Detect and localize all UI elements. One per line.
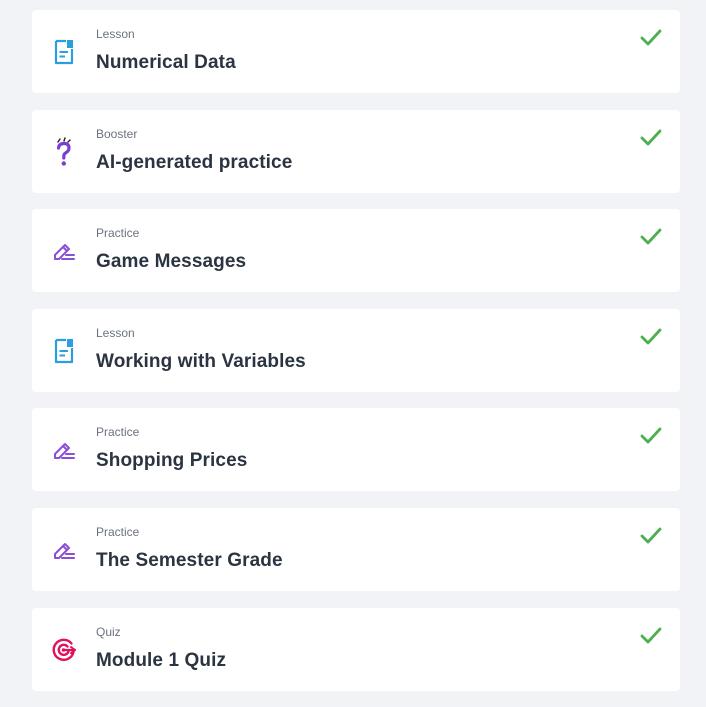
- item-title[interactable]: Numerical Data: [96, 52, 236, 74]
- list-item[interactable]: Lesson Numerical Data: [32, 10, 680, 93]
- lesson-doc-icon: [51, 338, 77, 364]
- checkmark-icon: [639, 227, 663, 247]
- pencil-icon: [51, 238, 77, 264]
- checkmark-icon: [639, 28, 663, 48]
- item-type-label: Practice: [96, 226, 140, 241]
- item-type-label: Lesson: [96, 27, 135, 41]
- lesson-doc-icon: [51, 39, 77, 65]
- item-type-label: Quiz: [96, 624, 121, 639]
- checkmark-icon: [639, 426, 663, 446]
- module-item-list: Lesson Numerical Data Booster AI-generat…: [32, 10, 680, 707]
- list-item[interactable]: Quiz Module 1 Quiz: [32, 607, 680, 691]
- checkmark-icon: [639, 626, 663, 646]
- pencil-icon: [51, 437, 77, 463]
- checkmark-icon: [639, 526, 663, 546]
- item-type-label: Practice: [96, 524, 140, 539]
- pencil-icon: [51, 537, 77, 563]
- list-item[interactable]: Practice The Semester Grade: [32, 507, 680, 591]
- item-type-label: Booster: [96, 126, 138, 141]
- target-icon: [51, 637, 77, 663]
- list-item[interactable]: Practice Game Messages: [32, 209, 680, 293]
- item-title[interactable]: The Semester Grade: [96, 550, 283, 572]
- item-title[interactable]: Game Messages: [96, 251, 246, 273]
- item-type-label: Lesson: [96, 325, 135, 340]
- list-item[interactable]: Practice Shopping Prices: [32, 408, 680, 492]
- item-title[interactable]: Shopping Prices: [96, 450, 247, 472]
- list-item[interactable]: Lesson Working with Variables: [32, 308, 680, 392]
- item-title[interactable]: Working with Variables: [96, 351, 306, 373]
- item-type-label: Practice: [96, 425, 140, 440]
- checkmark-icon: [639, 128, 663, 148]
- question-mark-icon: [51, 136, 77, 166]
- checkmark-icon: [639, 327, 663, 347]
- item-title[interactable]: Module 1 Quiz: [96, 650, 226, 672]
- list-item[interactable]: Booster AI-generated practice: [32, 109, 680, 193]
- item-title[interactable]: AI-generated practice: [96, 152, 292, 174]
